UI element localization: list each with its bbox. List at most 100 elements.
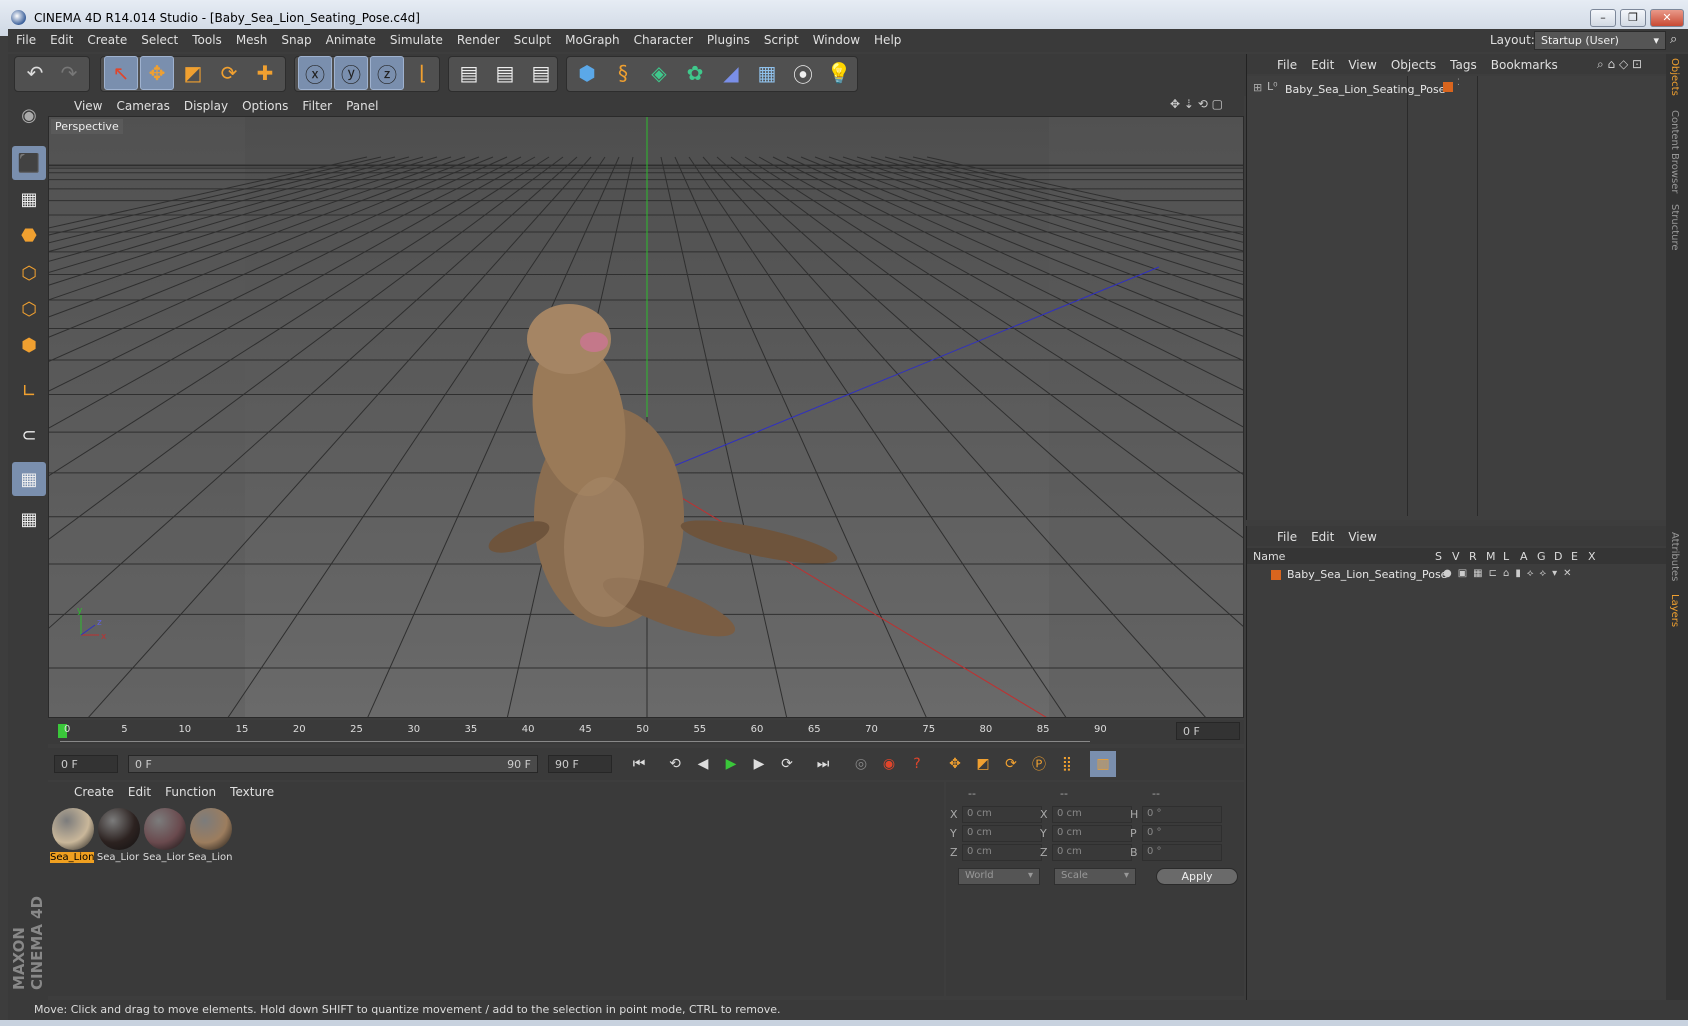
- tab-layers[interactable]: Layers: [1669, 594, 1680, 627]
- coordinate-system-icon[interactable]: ⌊: [406, 56, 440, 90]
- light-icon[interactable]: 💡: [822, 56, 856, 90]
- menu-plugins[interactable]: Plugins: [707, 33, 750, 47]
- coord-field[interactable]: 0 cm: [1052, 825, 1132, 842]
- camera-icon[interactable]: ⦿: [786, 56, 820, 90]
- restore-button[interactable]: ❐: [1620, 9, 1646, 27]
- texture-mode-icon[interactable]: ▦: [12, 182, 46, 216]
- layer-menu-file[interactable]: File: [1277, 530, 1297, 544]
- nurbs-icon[interactable]: ◈: [642, 56, 676, 90]
- go-to-end-icon[interactable]: ⏭: [810, 751, 836, 777]
- model-mode-icon[interactable]: ⬛: [12, 146, 46, 180]
- undo-icon[interactable]: ↶: [18, 56, 52, 90]
- menu-window[interactable]: Window: [813, 33, 860, 47]
- layer-column-r[interactable]: R: [1469, 550, 1477, 563]
- viewport-menu-view[interactable]: View: [74, 99, 102, 113]
- coordinate-mode-select[interactable]: Scale ▾: [1054, 868, 1136, 885]
- menu-tools[interactable]: Tools: [192, 33, 222, 47]
- previous-key-icon[interactable]: ⟲: [662, 751, 688, 777]
- viewport-scene[interactable]: y x z: [49, 117, 1244, 718]
- key-pla-icon[interactable]: ⣿: [1054, 751, 1080, 777]
- move-icon[interactable]: ✥: [140, 56, 174, 90]
- menu-file[interactable]: File: [16, 33, 36, 47]
- workplane-icon[interactable]: ⬣: [12, 218, 46, 252]
- sea-lion-model[interactable]: [485, 304, 840, 648]
- key-rotation-icon[interactable]: ⟳: [998, 751, 1024, 777]
- layer-flags-icons[interactable]: ●▣▦⊏⌂▮⟡⟡▾✕: [1443, 568, 1577, 579]
- viewport-menu-cameras[interactable]: Cameras: [116, 99, 169, 113]
- expand-icon[interactable]: ⊞: [1253, 81, 1262, 94]
- coord-field[interactable]: 0 °: [1142, 844, 1222, 861]
- object-menu-view[interactable]: View: [1348, 58, 1376, 72]
- current-frame-field[interactable]: 0 F: [1176, 722, 1240, 740]
- close-button[interactable]: ✕: [1650, 9, 1684, 27]
- menu-mograph[interactable]: MoGraph: [565, 33, 620, 47]
- end-frame-field[interactable]: 90 F: [548, 755, 612, 773]
- object-menu-objects[interactable]: Objects: [1391, 58, 1436, 72]
- help-key-icon[interactable]: ?: [904, 751, 930, 777]
- object-menu-file[interactable]: File: [1277, 58, 1297, 72]
- material-swatch[interactable]: Sea_Lior: [96, 806, 142, 866]
- cube-icon[interactable]: ⬢: [570, 56, 604, 90]
- locked-workplane-icon[interactable]: ▦: [12, 462, 46, 496]
- edges-mode-icon[interactable]: ⬡: [12, 292, 46, 326]
- menu-sculpt[interactable]: Sculpt: [514, 33, 551, 47]
- play-icon[interactable]: ▶: [718, 751, 744, 777]
- key-scale-icon[interactable]: ◩: [970, 751, 996, 777]
- layer-column-s[interactable]: S: [1435, 550, 1442, 563]
- visibility-dots-icon[interactable]: ⁚: [1457, 78, 1460, 88]
- start-frame-field[interactable]: 0 F: [54, 755, 118, 773]
- live-selection-icon[interactable]: ↖: [104, 56, 138, 90]
- layer-column-a[interactable]: A: [1520, 550, 1528, 563]
- menu-create[interactable]: Create: [87, 33, 127, 47]
- array-icon[interactable]: ✿: [678, 56, 712, 90]
- render-settings-icon[interactable]: ▤: [524, 56, 558, 90]
- x-axis-icon[interactable]: ⓧ: [298, 56, 332, 90]
- layer-column-g[interactable]: G: [1537, 550, 1546, 563]
- floor-icon[interactable]: ▦: [750, 56, 784, 90]
- redo-icon[interactable]: ↷: [52, 56, 86, 90]
- material-swatch[interactable]: Sea_Lion: [188, 806, 234, 866]
- menu-render[interactable]: Render: [457, 33, 500, 47]
- tab-objects[interactable]: Objects: [1669, 58, 1680, 96]
- make-editable-icon[interactable]: ◉: [12, 98, 46, 132]
- menu-script[interactable]: Script: [764, 33, 799, 47]
- layer-name[interactable]: Baby_Sea_Lion_Seating_Pose: [1287, 568, 1447, 581]
- coord-field[interactable]: 0 °: [1142, 806, 1222, 823]
- object-menu-bookmarks[interactable]: Bookmarks: [1491, 58, 1558, 72]
- key-parameter-icon[interactable]: Ⓟ: [1026, 751, 1052, 777]
- layer-column-l[interactable]: L: [1503, 550, 1509, 563]
- layer-menu-edit[interactable]: Edit: [1311, 530, 1334, 544]
- menu-simulate[interactable]: Simulate: [390, 33, 443, 47]
- previous-frame-icon[interactable]: ◀: [690, 751, 716, 777]
- viewport-menu-options[interactable]: Options: [242, 99, 288, 113]
- viewport-nav-icons[interactable]: ✥ ⇣ ⟲ ▢: [1170, 97, 1223, 111]
- coord-field[interactable]: 0 cm: [962, 806, 1042, 823]
- menu-character[interactable]: Character: [634, 33, 693, 47]
- object-manager-tools-icons[interactable]: ⌕ ⌂ ◇ ⊡: [1597, 57, 1642, 72]
- menu-animate[interactable]: Animate: [326, 33, 376, 47]
- add-icon[interactable]: ✚: [248, 56, 282, 90]
- menu-edit[interactable]: Edit: [50, 33, 73, 47]
- layer-swatch[interactable]: [1271, 570, 1281, 580]
- go-to-start-icon[interactable]: ⏮: [626, 751, 652, 777]
- tab-content-browser[interactable]: Content Browser: [1669, 110, 1680, 193]
- menu-mesh[interactable]: Mesh: [236, 33, 268, 47]
- menu-help[interactable]: Help: [874, 33, 901, 47]
- render-view-icon[interactable]: ▤: [452, 56, 486, 90]
- points-mode-icon[interactable]: ⬡: [12, 256, 46, 290]
- next-key-icon[interactable]: ⟳: [774, 751, 800, 777]
- layout-select[interactable]: Startup (User) ▾: [1534, 31, 1666, 50]
- menu-select[interactable]: Select: [141, 33, 178, 47]
- viewport-menu-panel[interactable]: Panel: [346, 99, 378, 113]
- minimize-button[interactable]: –: [1590, 9, 1616, 27]
- planar-workplane-icon[interactable]: ▦: [12, 502, 46, 536]
- material-menu-edit[interactable]: Edit: [128, 785, 151, 799]
- layer-column-x[interactable]: X: [1588, 550, 1596, 563]
- viewport-menu-filter[interactable]: Filter: [302, 99, 332, 113]
- apply-button[interactable]: Apply: [1156, 868, 1238, 885]
- tab-structure[interactable]: Structure: [1669, 204, 1680, 251]
- layer-column-v[interactable]: V: [1452, 550, 1460, 563]
- coord-field[interactable]: 0 cm: [1052, 806, 1132, 823]
- scale-icon[interactable]: ◩: [176, 56, 210, 90]
- search-icon[interactable]: ⌕: [1670, 32, 1677, 47]
